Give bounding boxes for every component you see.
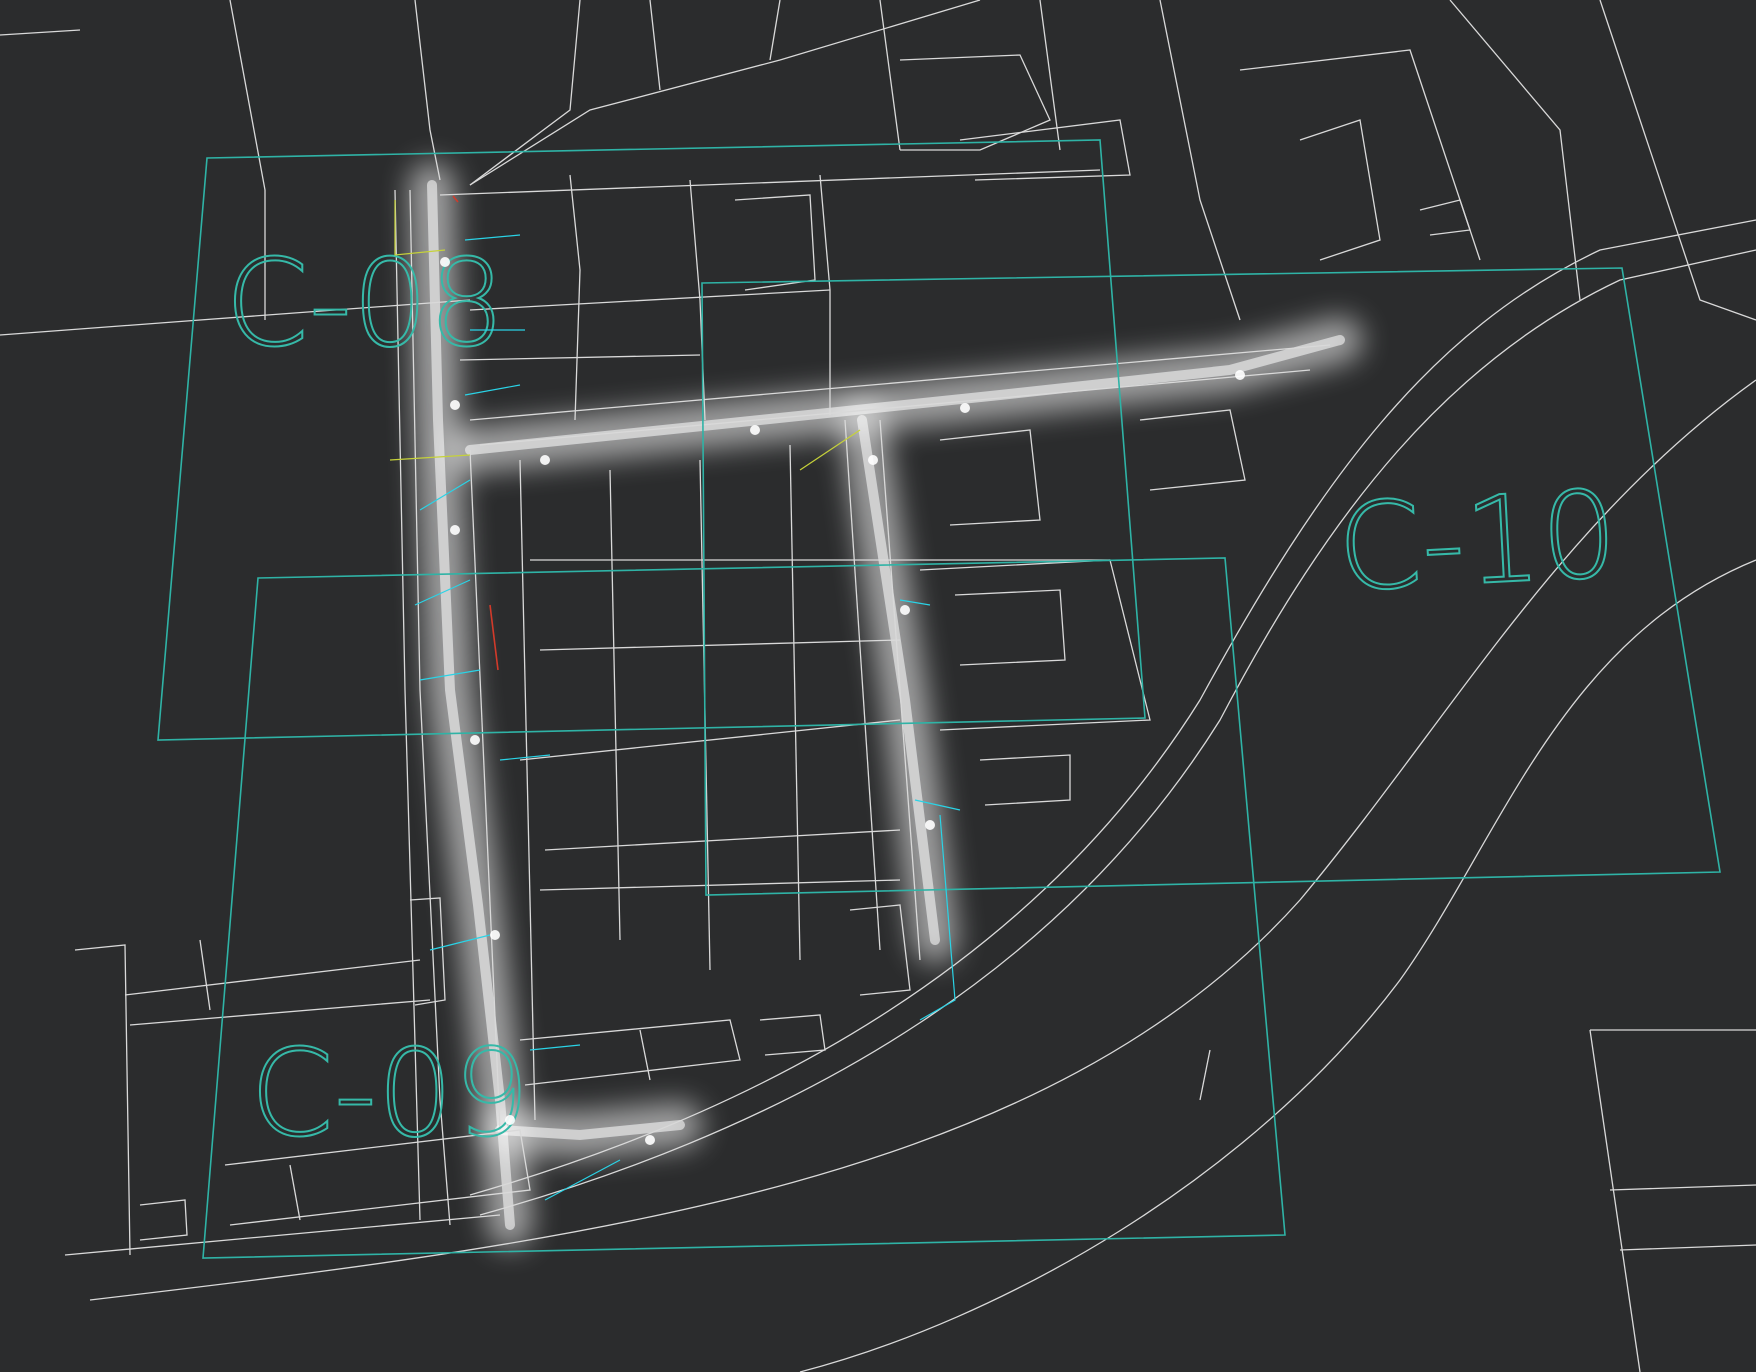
- sheet-label-c09: C-09: [250, 1025, 530, 1164]
- cad-drawing: C-08 C-09 C-10: [0, 0, 1756, 1372]
- sheet-label-c08: C-08: [225, 235, 505, 374]
- sheet-label-c10: C-10: [1334, 466, 1621, 619]
- cad-map-viewport[interactable]: C-08 C-09 C-10: [0, 0, 1756, 1372]
- glow-route: [409, 162, 1363, 1248]
- parcel-lines: [0, 0, 1756, 1372]
